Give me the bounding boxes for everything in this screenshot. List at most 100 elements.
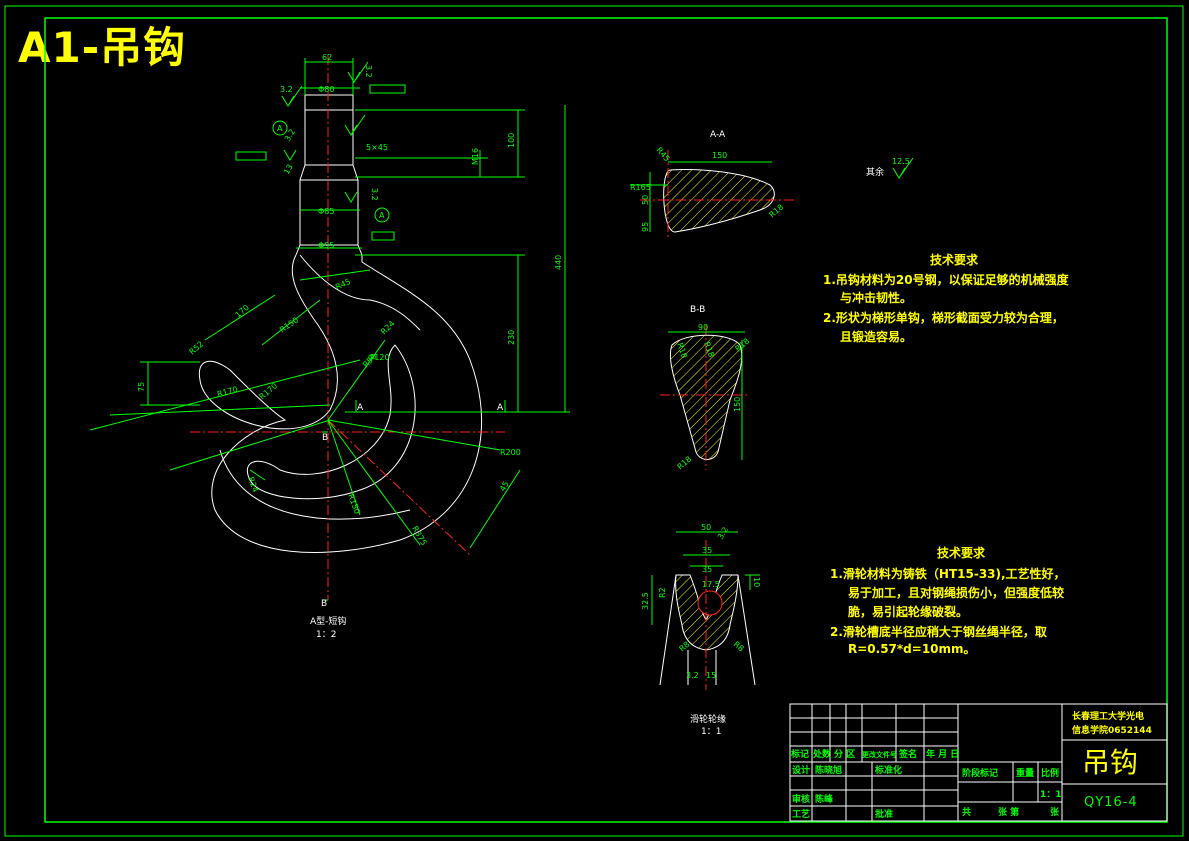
dim-m16: M16 xyxy=(471,148,480,165)
tb-sheet-total: 共 xyxy=(962,806,971,818)
tb-process-label: 工艺 xyxy=(792,808,810,820)
dim-13: 13 xyxy=(282,163,295,176)
tb-header-1: 标记 xyxy=(790,748,809,760)
tb-sheet-end: 张 xyxy=(1050,806,1060,818)
dim-phi85: Φ85 xyxy=(318,207,334,216)
tb-design-label: 设计 xyxy=(792,764,810,776)
dim-r52: R52 xyxy=(188,340,206,357)
pulley-dim-r2: R2 xyxy=(658,587,667,598)
callout-a-1: A xyxy=(277,124,283,133)
pulley-dim-35b: 35 xyxy=(702,565,712,574)
dim-phi80: Φ80 xyxy=(318,85,334,94)
dim-ra-1: 3.2 xyxy=(364,65,373,78)
cad-drawing-sheet: 62 3.2 3.2 Φ80 100 5×45 3.2 Φ85 Φ95 440 … xyxy=(4,5,1184,837)
tech-req-2-heading: 技术要求 xyxy=(937,545,986,560)
dim-440: 440 xyxy=(554,255,563,270)
tb-review-label: 审核 xyxy=(792,793,810,805)
school-line-2: 信息学院0652144 xyxy=(1072,724,1152,736)
section-aa-label: A-A xyxy=(710,130,726,140)
dim-75: 75 xyxy=(137,382,146,392)
dim-r170-b: R170 xyxy=(258,381,280,401)
tech-req-1-line-3: 2.形状为梯形单钩，梯形截面受力较为合理， xyxy=(823,310,1064,325)
pulley-dim-35: 35 xyxy=(702,546,712,555)
aa-dim-r45: R45 xyxy=(654,146,671,164)
dim-100: 100 xyxy=(507,133,516,148)
section-aa: A-A 150 R45 50 R165 R18 95 xyxy=(630,130,795,240)
tech-req-2-line-2: 易于加工，且对钢绳损伤小，但强度低较 xyxy=(848,585,1064,600)
dim-230: 230 xyxy=(507,330,516,345)
section-mark-a-left: A xyxy=(357,403,364,413)
dim-r45: R45 xyxy=(334,277,352,292)
dim-r24-top: R24 xyxy=(379,319,397,337)
tech-req-2-line-1: 1.滑轮材料为铸铁（HT15-33),工艺性好， xyxy=(830,566,1066,581)
pulley-dim-15: 15 xyxy=(706,671,716,680)
tech-requirements-1: 技术要求 1.吊钩材料为20号钢，以保证足够的机械强度 与冲击韧性。 2.形状为… xyxy=(823,252,1070,344)
callout-a-2: A xyxy=(379,211,385,220)
surface-note-value: 12.5 xyxy=(892,157,910,166)
inner-border xyxy=(44,17,1168,823)
tech-req-1-line-1: 1.吊钩材料为20号钢，以保证足够的机械强度 xyxy=(823,272,1070,287)
tech-req-1-line-4: 且锻造容易。 xyxy=(840,329,912,344)
aa-dim-r18: R18 xyxy=(768,203,786,220)
dim-ra-4: 3.2 xyxy=(283,127,297,143)
tb-header-2: 处数 xyxy=(812,748,832,760)
dim-chamfer: 5×45 xyxy=(366,143,388,152)
dim-r200: R200 xyxy=(500,448,521,457)
dim-r170-a: R170 xyxy=(216,385,238,399)
section-mark-b-bottom: B xyxy=(321,599,327,609)
dim-r150: R150 xyxy=(278,315,300,334)
pulley-dim-10: 10 xyxy=(752,577,761,587)
outer-border xyxy=(4,5,1184,837)
aa-dim-150: 150 xyxy=(712,151,727,160)
dim-62: 62 xyxy=(322,53,332,62)
surface-note: 其余 12.5 xyxy=(866,157,914,179)
pulley-scale: 1：1 xyxy=(701,727,721,737)
drawing-number: QY16-4 xyxy=(1084,795,1138,810)
bb-dim-r18-d: R18 xyxy=(676,455,694,472)
section-bb: B-B 90 R18 R18 R18 150 R18 xyxy=(660,305,751,472)
pulley-dim-ra-1: 3.2 xyxy=(716,525,730,541)
section-mark-b-top: B xyxy=(322,433,328,443)
section-mark-a-right: A xyxy=(497,403,504,413)
tech-req-2-line-4: 2.滑轮槽底半径应稍大于钢丝绳半径，取 xyxy=(830,624,1047,639)
dim-170: 170 xyxy=(234,303,251,320)
tb-header-4: 更改文件号 xyxy=(862,750,897,759)
tb-designer: 陈晓旭 xyxy=(815,764,842,776)
tech-req-1-line-2: 与冲击韧性。 xyxy=(840,290,912,305)
scale-value: 1：1 xyxy=(1040,790,1062,800)
tb-header-6: 年 月 日 xyxy=(926,748,959,760)
pulley-label: 滑轮轮缘 xyxy=(690,713,726,725)
pulley-dim-50: 50 xyxy=(701,523,711,532)
bb-dim-150: 150 xyxy=(733,397,742,412)
tech-req-2-line-5: R=0.57*d=10mm。 xyxy=(848,642,976,656)
pulley-dim-ra-2: 3.2 xyxy=(686,671,699,680)
dim-phi120: Φ120 xyxy=(368,353,390,362)
tb-scale-label: 比例 xyxy=(1041,767,1059,779)
dim-ra-3: 3.2 xyxy=(370,188,379,201)
aa-dim-50: 50 xyxy=(641,195,650,205)
drawing-name: 吊钩 xyxy=(1082,746,1138,779)
hook-view xyxy=(89,55,570,601)
school-line-1: 长春理工大学光电 xyxy=(1072,710,1144,722)
hook-view-dimensions: 62 3.2 3.2 Φ80 100 5×45 3.2 Φ85 Φ95 440 … xyxy=(137,53,563,640)
pulley-dim-32-5: 32.5 xyxy=(641,592,650,610)
bb-dim-90: 90 xyxy=(698,323,708,332)
dim-ra-2: 3.2 xyxy=(280,85,293,94)
tb-sheet-of: 张 第 xyxy=(998,806,1019,818)
hook-view-label: A型-短钩 xyxy=(310,615,346,627)
tech-req-2-line-3: 脆，易引起轮缘破裂。 xyxy=(847,604,968,619)
tb-weight-label: 重量 xyxy=(1016,767,1034,779)
tb-stage-label: 阶段标记 xyxy=(962,767,998,779)
tb-approve-label: 批准 xyxy=(875,808,893,820)
tb-standard-label: 标准化 xyxy=(874,764,902,776)
pulley-dim-17-5: 17.5 xyxy=(702,580,720,589)
tb-reviewer: 陈峰 xyxy=(815,793,834,805)
hook-view-scale: 1：2 xyxy=(316,630,336,640)
pulley-dim-r8-b: R8 xyxy=(732,640,746,654)
pulley-rim: 50 3.2 35 35 17.5 10 32.5 R2 R8 R8 3.2 1… xyxy=(641,523,761,737)
section-bb-label: B-B xyxy=(690,305,705,315)
dim-r24-bottom: R24 xyxy=(246,476,260,494)
surface-note-text: 其余 xyxy=(866,166,884,178)
dim-45deg: 45 xyxy=(498,480,511,493)
tb-header-5: 签名 xyxy=(898,748,917,760)
